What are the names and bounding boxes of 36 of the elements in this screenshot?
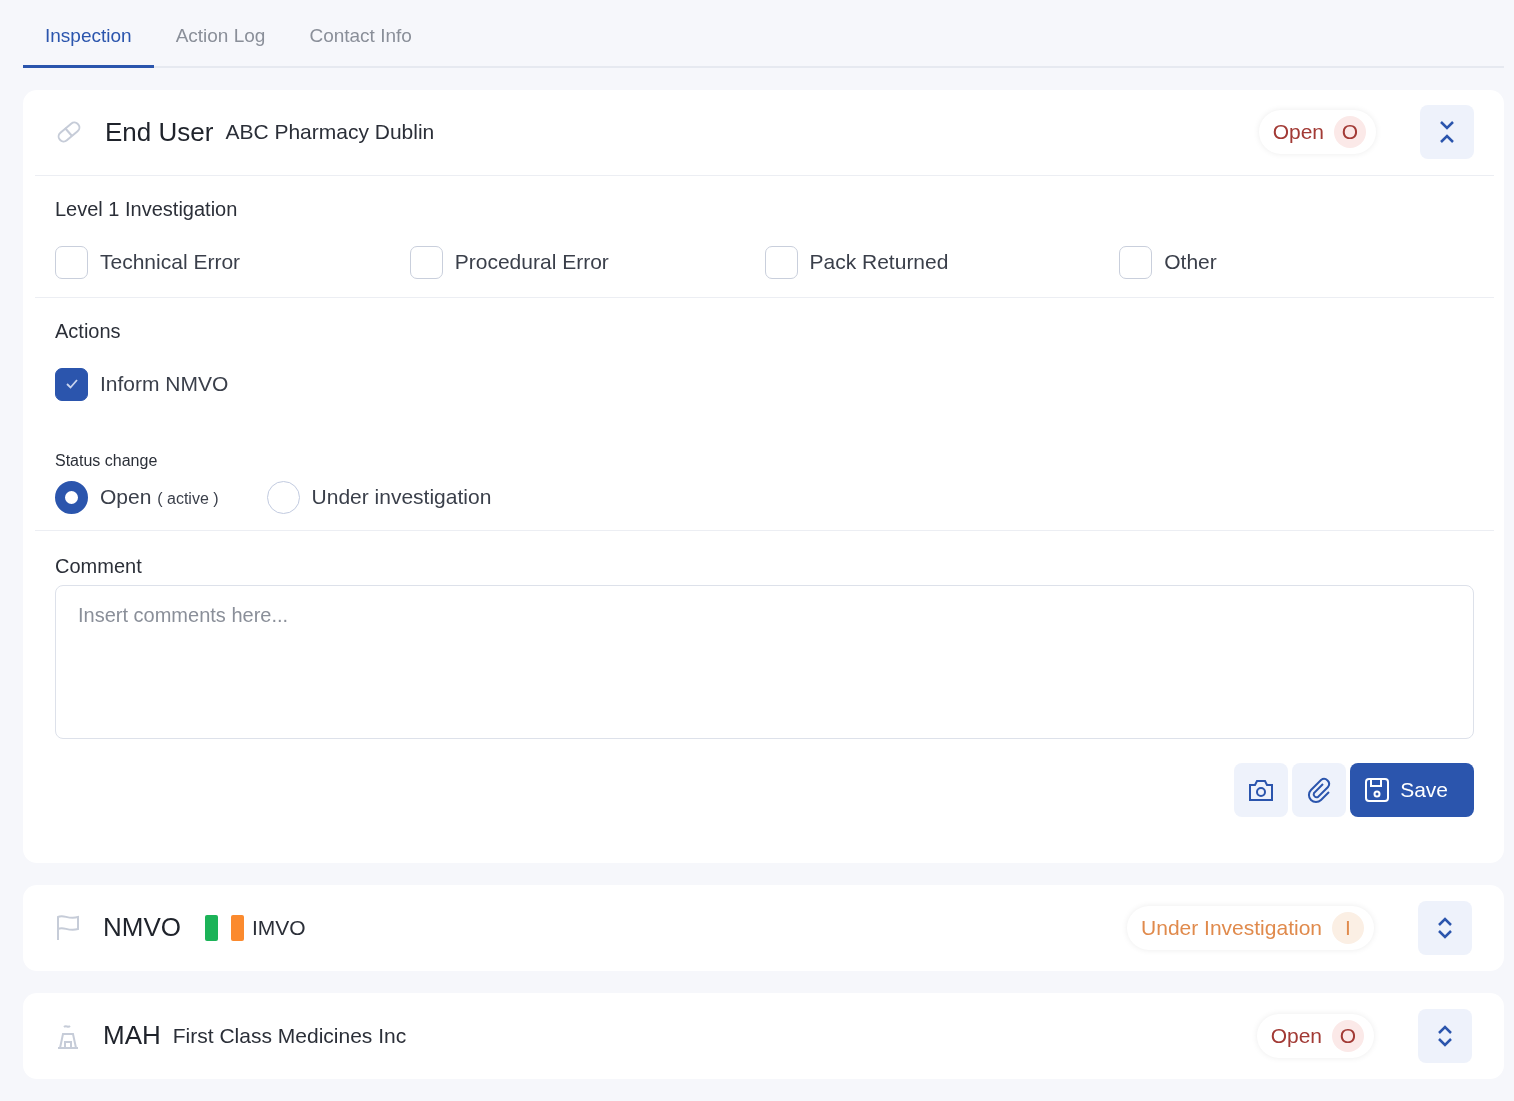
flag-icon [55, 913, 81, 942]
status-label: Open [1272, 119, 1324, 146]
radio-label: Open ( active ) [100, 484, 219, 511]
checkbox-label: Pack Returned [809, 249, 949, 276]
checkbox-label: Other [1164, 249, 1217, 276]
expand-button[interactable] [1418, 900, 1472, 955]
camera-button[interactable] [1234, 762, 1289, 817]
panel-subtitle: First Class Medicines Inc [172, 1022, 407, 1049]
checkbox-label: Technical Error [100, 249, 241, 276]
radio-label: Under investigation [311, 484, 492, 511]
checkbox-label: Procedural Error [454, 249, 609, 276]
panel-subtitle: IMVO [252, 914, 306, 941]
panel-title: NMVO [103, 911, 181, 944]
section-heading: Actions [55, 318, 122, 344]
checkbox[interactable] [55, 367, 88, 401]
panel-title: End User [105, 115, 214, 149]
section-heading: Level 1 Investigation [55, 196, 239, 222]
panel-subtitle: ABC Pharmacy Dublin [225, 119, 435, 146]
status-letter: O [1334, 116, 1366, 148]
attach-button[interactable] [1292, 762, 1347, 817]
checkbox-label: Inform NMVO [100, 371, 229, 398]
collapse-button[interactable] [1420, 105, 1474, 159]
check-icon [64, 378, 79, 390]
section-heading: Comment [55, 553, 143, 579]
comment-field[interactable]: Insert comments here... [55, 584, 1474, 739]
collapse-icon [1438, 119, 1456, 145]
expand-button[interactable] [1418, 1008, 1472, 1063]
status-letter: O [1332, 1019, 1364, 1052]
radio-button[interactable] [55, 480, 88, 514]
field-label: Status change [55, 450, 159, 471]
status-label: Open [1270, 1022, 1322, 1049]
status-letter: I [1332, 911, 1364, 944]
tab[interactable]: Inspection [23, 6, 154, 68]
status-label: Under Investigation [1141, 914, 1322, 941]
panel-title: MAH [103, 1019, 161, 1052]
save-button[interactable]: Save [1350, 762, 1474, 817]
